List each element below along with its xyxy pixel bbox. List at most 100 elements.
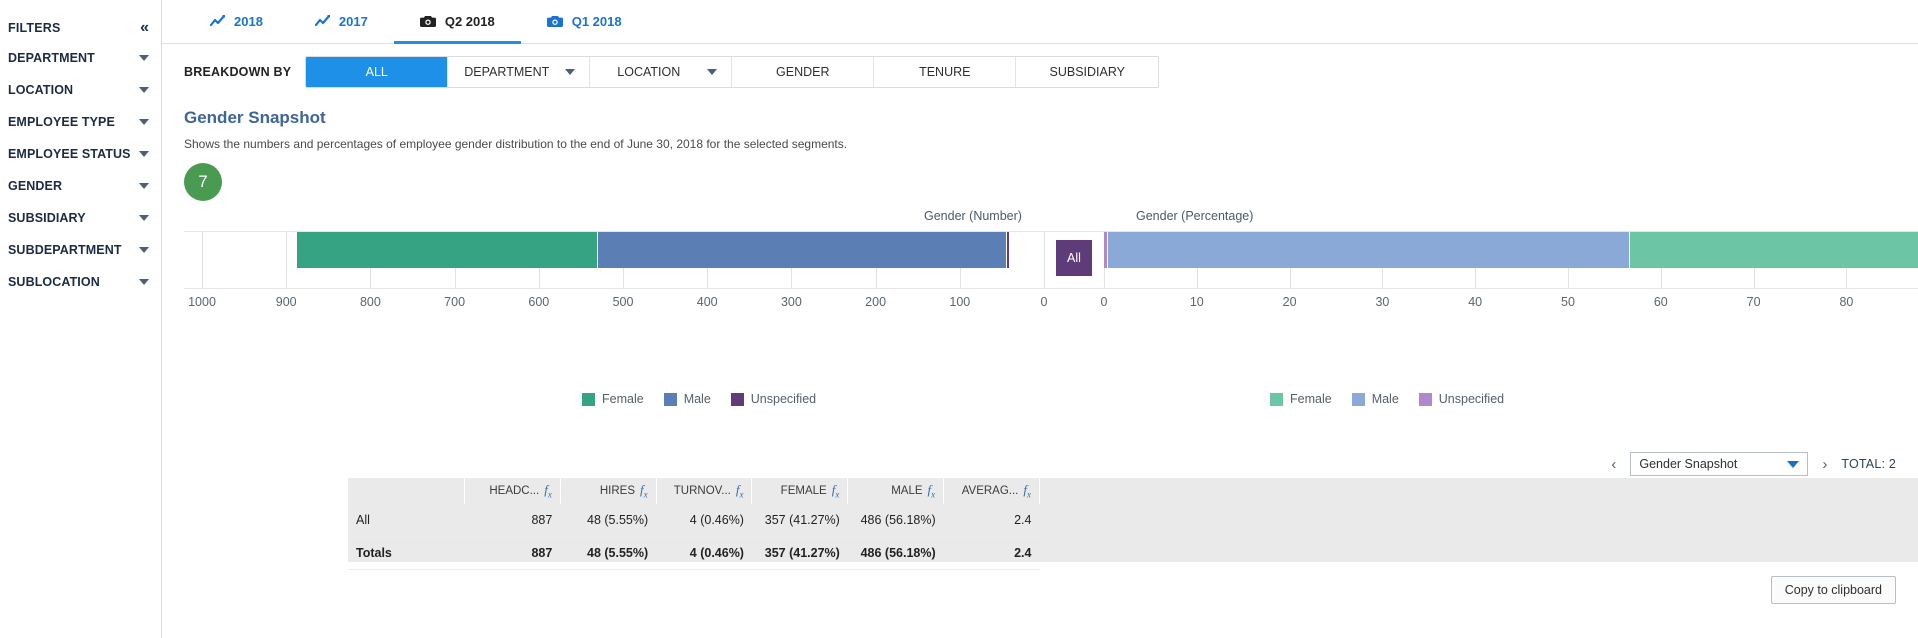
trend-line-icon xyxy=(314,15,330,28)
chevron-down-icon[interactable] xyxy=(707,69,718,75)
formula-icon[interactable]: fx xyxy=(736,482,744,500)
legend-item-unspecified[interactable]: Unspecified xyxy=(1418,392,1504,406)
filter-item-sublocation[interactable]: SUBLOCATION xyxy=(0,266,161,298)
tick-number-300: 300 xyxy=(780,295,802,309)
filters-title: FILTERS xyxy=(8,21,61,35)
filter-item-label: SUBDEPARTMENT xyxy=(8,243,122,257)
breakdown-option-label: DEPARTMENT xyxy=(464,65,550,79)
pager-total: TOTAL: 2 xyxy=(1841,457,1896,471)
bar-segment-percentage-male[interactable] xyxy=(1108,232,1630,268)
tab-2017[interactable]: 2017 xyxy=(289,0,394,43)
tick-percentage-20: 20 xyxy=(1282,295,1297,309)
formula-icon[interactable]: fx xyxy=(1023,482,1031,500)
tab-q1-2018[interactable]: Q1 2018 xyxy=(521,0,648,43)
tick-number-1000: 1000 xyxy=(188,295,216,309)
bar-segment-percentage-female[interactable] xyxy=(1629,232,1918,268)
legend-swatch xyxy=(730,392,744,406)
filters-header: FILTERS « xyxy=(0,14,161,42)
tab-2018[interactable]: 2018 xyxy=(184,0,289,43)
main-content: 2018 2017 Q2 2018 Q1 2018 BREAKDOWN BY ALL D… xyxy=(162,0,1918,638)
tick-number-0: 0 xyxy=(1040,295,1048,309)
bar-segment-number-female[interactable] xyxy=(297,232,598,268)
chevron-down-icon xyxy=(139,279,149,285)
breakdown-option-label: GENDER xyxy=(776,65,830,79)
table-header-cell: TURNOV... fx xyxy=(656,478,753,504)
legend-swatch xyxy=(582,392,595,406)
tab-bar: 2018 2017 Q2 2018 Q1 2018 xyxy=(162,0,1918,44)
chart-tick-labels: 1000 900 800 700 600 500 400 300 200 100 0 0 10 20 30 4… xyxy=(184,295,1918,313)
legend-swatch xyxy=(1351,392,1365,406)
chevron-down-icon xyxy=(139,215,149,221)
page-title: Gender Snapshot xyxy=(184,108,326,127)
breakdown-option-label: TENURE xyxy=(919,65,971,79)
chevron-down-icon xyxy=(139,55,149,61)
filter-item-subdepartment[interactable]: SUBDEPARTMENT xyxy=(0,234,161,266)
table-header-cell: FEMALE fx xyxy=(751,478,849,504)
tick-number-800: 800 xyxy=(359,295,381,309)
filters-sidebar: FILTERS « DEPARTMENT LOCATION EMPLOYEE TYP… xyxy=(0,0,162,638)
bar-segment-number-unspecified[interactable] xyxy=(1006,232,1011,268)
table-cell: 48 (5.55%) xyxy=(560,504,657,537)
legend-item-unspecified[interactable]: Unspecified xyxy=(730,392,816,406)
table-row[interactable]: All 887 48 (5.55%) 4 (0.46%) 357 (41.27%) 486… xyxy=(348,504,1040,537)
tick-number-600: 600 xyxy=(528,295,550,309)
copy-to-clipboard-button[interactable]: Copy to clipboard xyxy=(1770,576,1896,604)
status-badge: 7 xyxy=(184,163,222,201)
tick-number-100: 100 xyxy=(949,295,971,309)
legend-item-female[interactable]: Female xyxy=(582,392,644,406)
table-header-cell: HIRES fx xyxy=(560,478,657,504)
filter-item-employee-type[interactable]: EMPLOYEE TYPE xyxy=(0,106,161,138)
tab-label: Q1 2018 xyxy=(571,14,622,29)
table-header-label: FEMALE xyxy=(780,485,827,498)
table-row[interactable]: Totals 887 48 (5.55%) 4 (0.46%) 357 (41.27%)… xyxy=(348,536,1040,570)
badge-row: 7 xyxy=(184,163,1918,201)
filter-item-label: GENDER xyxy=(8,179,63,193)
table-cell: 48 (5.55%) xyxy=(560,536,657,570)
tab-q2-2018[interactable]: Q2 2018 xyxy=(393,0,521,44)
tick-percentage-60: 60 xyxy=(1653,295,1668,309)
chevron-left-icon[interactable]: ‹ xyxy=(1609,456,1618,473)
filter-item-location[interactable]: LOCATION xyxy=(0,74,161,106)
tick-percentage-10: 10 xyxy=(1189,295,1204,309)
filter-item-gender[interactable]: GENDER xyxy=(0,170,161,202)
filter-item-employee-status[interactable]: EMPLOYEE STATUS xyxy=(0,138,161,170)
table-header-label: HEADC... xyxy=(489,485,540,498)
chevron-down-icon[interactable] xyxy=(565,69,576,75)
table-cell: 4 (0.46%) xyxy=(656,536,752,570)
table-cell: 486 (56.18%) xyxy=(847,504,944,537)
breakdown-option-gender[interactable]: GENDER xyxy=(732,57,875,87)
breakdown-option-department[interactable]: DEPARTMENT xyxy=(448,57,591,87)
tick-number-200: 200 xyxy=(865,295,887,309)
chart-select[interactable]: Gender Snapshot xyxy=(1630,452,1809,476)
legend-item-male[interactable]: Male xyxy=(663,392,711,406)
bar-row-label-all[interactable]: All xyxy=(1056,240,1092,276)
bar-segment-number-male[interactable] xyxy=(597,232,1007,268)
formula-icon[interactable]: fx xyxy=(928,482,936,500)
legend-item-female[interactable]: Female xyxy=(1270,392,1332,406)
filter-item-subsidiary[interactable]: SUBSIDIARY xyxy=(0,202,161,234)
formula-icon[interactable]: fx xyxy=(640,482,648,500)
chevron-double-left-icon[interactable]: « xyxy=(140,20,149,36)
breakdown-option-label: ALL xyxy=(365,65,388,79)
breakdown-option-subsidiary[interactable]: SUBSIDIARY xyxy=(1016,57,1159,87)
tick-percentage-40: 40 xyxy=(1468,295,1483,309)
breakdown-option-tenure[interactable]: TENURE xyxy=(874,57,1017,87)
table-header-cell: HEADC... fx xyxy=(464,478,561,504)
legend-number: Female Male Unspecified xyxy=(582,392,816,406)
breakdown-option-location[interactable]: LOCATION xyxy=(590,57,733,87)
table-header-cell: AVERAG... fx xyxy=(943,478,1040,504)
chart-panel-title-percentage: Gender (Percentage) xyxy=(1136,209,1254,223)
legend-percentage: Female Male Unspecified xyxy=(1270,392,1504,406)
breakdown-option-all[interactable]: ALL xyxy=(306,57,449,87)
legend-item-male[interactable]: Male xyxy=(1351,392,1399,406)
formula-icon[interactable]: fx xyxy=(832,482,840,500)
filter-item-department[interactable]: DEPARTMENT xyxy=(0,42,161,74)
table-cell: 887 xyxy=(464,536,561,570)
tick-percentage-80: 80 xyxy=(1839,295,1854,309)
chevron-right-icon[interactable]: › xyxy=(1820,456,1829,473)
camera-icon xyxy=(419,15,436,28)
formula-icon[interactable]: fx xyxy=(544,482,552,500)
table-cell: 887 xyxy=(464,504,561,537)
filter-item-label: EMPLOYEE TYPE xyxy=(8,115,115,129)
chevron-down-icon xyxy=(1787,460,1800,468)
